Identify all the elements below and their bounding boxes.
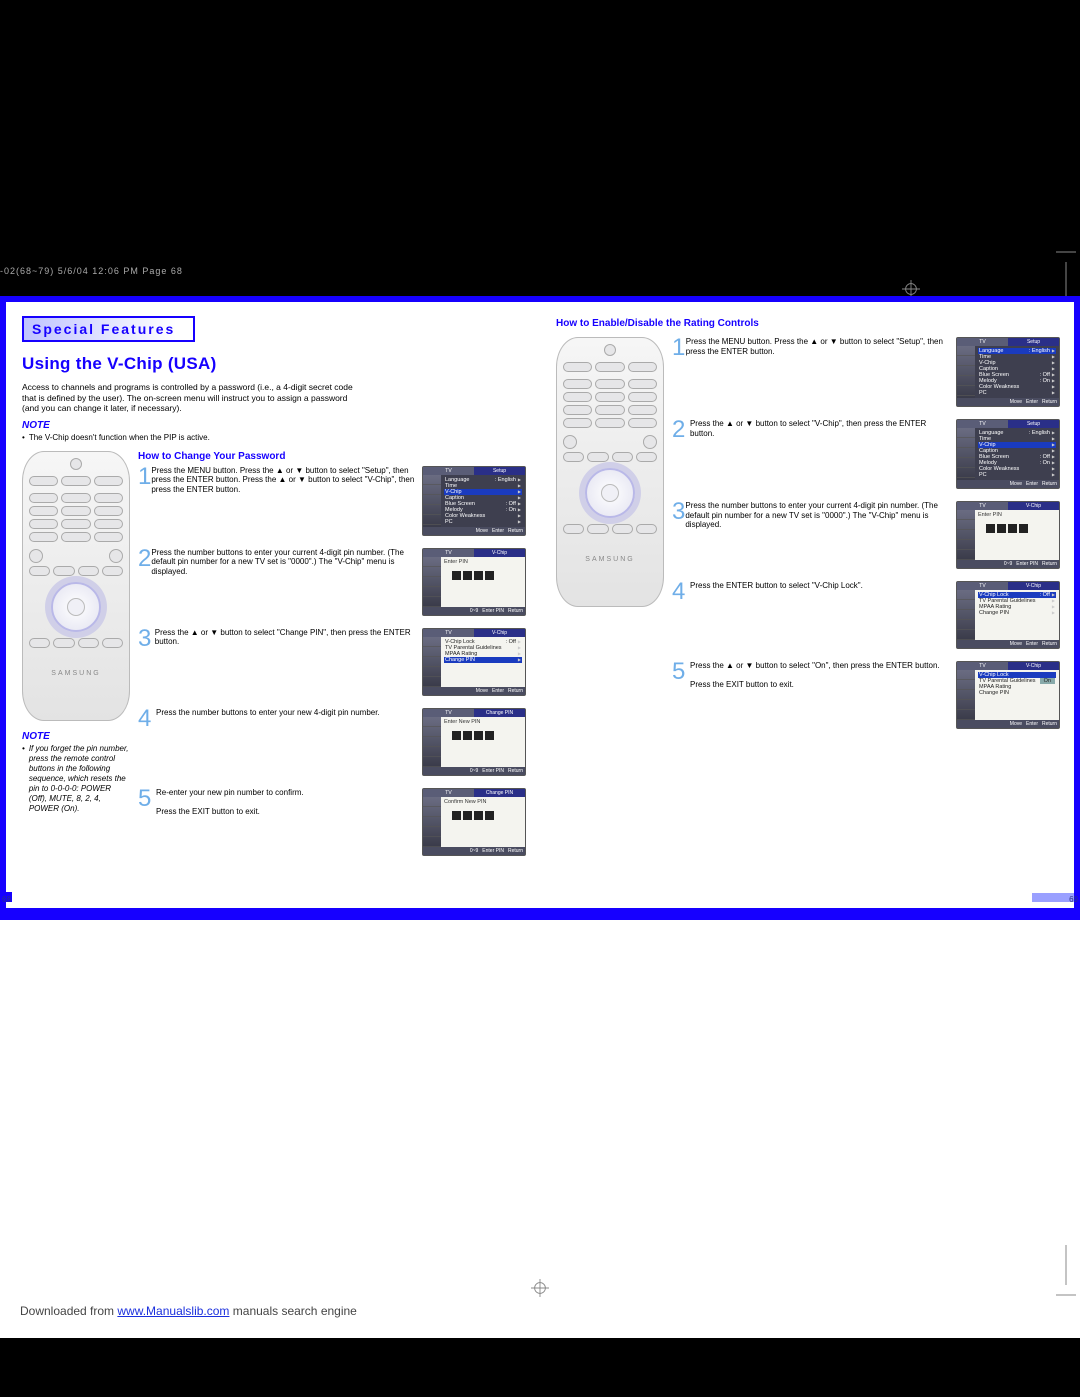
- step-4: 4 Press the number buttons to enter your…: [138, 708, 524, 782]
- subhead-rating-controls: How to Enable/Disable the Rating Control…: [556, 318, 1058, 329]
- osd-setup: TVSetup Language: English Time V-Chip Ca…: [422, 466, 526, 536]
- osd-vchip-lock: TVV-Chip V-Chip Lock: Off TV Parental Gu…: [956, 581, 1060, 649]
- brand-label: SAMSUNG: [563, 556, 657, 563]
- page-number-right: 69: [1069, 895, 1078, 904]
- step-3: 3 Press the ▲ or ▼ button to select "Cha…: [138, 628, 524, 702]
- remote-illustration-2: SAMSUNG: [556, 337, 664, 607]
- print-meta: -02(68~79) 5/6/04 12:06 PM Page 68: [0, 260, 1080, 282]
- osd-setup-r1: TVSetup Language: English Time V-Chip Ca…: [956, 337, 1060, 407]
- step-5: 5 Re-enter your new pin number to confir…: [138, 788, 524, 862]
- r-step-4: 4 Press the ENTER button to select "V-Ch…: [672, 581, 1058, 655]
- trim-mark-icon: [1056, 1245, 1076, 1310]
- remote-illustration: SAMSUNG: [22, 451, 130, 721]
- r-step-5: 5 Press the ▲ or ▼ button to select "On"…: [672, 661, 1058, 735]
- r-step-2: 2 Press the ▲ or ▼ button to select "V-C…: [672, 419, 1058, 495]
- note-label-2: NOTE: [22, 731, 130, 742]
- page-number-left: 68: [2, 895, 11, 904]
- osd-enter-pin: TVV-Chip Enter PIN 0~9Enter PINReturn: [422, 548, 526, 616]
- r-step-3: 3 Press the number buttons to enter your…: [672, 501, 1058, 575]
- subhead-change-pw: How to Change Your Password: [138, 451, 524, 462]
- note-reset-pin: If you forget the pin number, press the …: [22, 744, 130, 814]
- osd-vchip-menu: TVV-Chip V-Chip Lock: Off TV Parental Gu…: [422, 628, 526, 696]
- osd-vchip-on: TVV-Chip V-Chip Lock TV Parental Guideli…: [956, 661, 1060, 729]
- download-attribution: Downloaded from www.Manualslib.com manua…: [0, 1300, 1080, 1338]
- crop-mark-icon: [531, 1279, 549, 1297]
- step-2: 2 Press the number buttons to enter your…: [138, 548, 524, 622]
- step-1: 1 Press the MENU button. Press the ▲ or …: [138, 466, 524, 542]
- dpad-icon: [51, 582, 101, 632]
- osd-setup-r2: TVSetup Language: English Time V-Chip Ca…: [956, 419, 1060, 489]
- page-right: How to Enable/Disable the Rating Control…: [540, 302, 1074, 908]
- osd-enter-pin-r: TVV-Chip Enter PIN 0~9Enter PINReturn: [956, 501, 1060, 569]
- brand-label: SAMSUNG: [29, 670, 123, 677]
- page-left: Special Features Using the V-Chip (USA) …: [6, 302, 540, 908]
- osd-new-pin: TVChange PIN Enter New PIN 0~9Enter PINR…: [422, 708, 526, 776]
- osd-confirm-pin: TVChange PIN Confirm New PIN 0~9Enter PI…: [422, 788, 526, 856]
- page-title: Using the V-Chip (USA): [22, 354, 524, 374]
- section-header: Special Features: [22, 316, 195, 342]
- manualslib-link[interactable]: www.Manualslib.com: [117, 1304, 229, 1318]
- r-step-1: 1 Press the MENU button. Press the ▲ or …: [672, 337, 1058, 413]
- note-label: NOTE: [22, 420, 524, 431]
- intro-text: Access to channels and programs is contr…: [22, 382, 362, 414]
- page-border: Special Features Using the V-Chip (USA) …: [0, 296, 1080, 920]
- note-text: The V-Chip doesn't function when the PIP…: [22, 433, 524, 443]
- dpad-icon: [585, 468, 635, 518]
